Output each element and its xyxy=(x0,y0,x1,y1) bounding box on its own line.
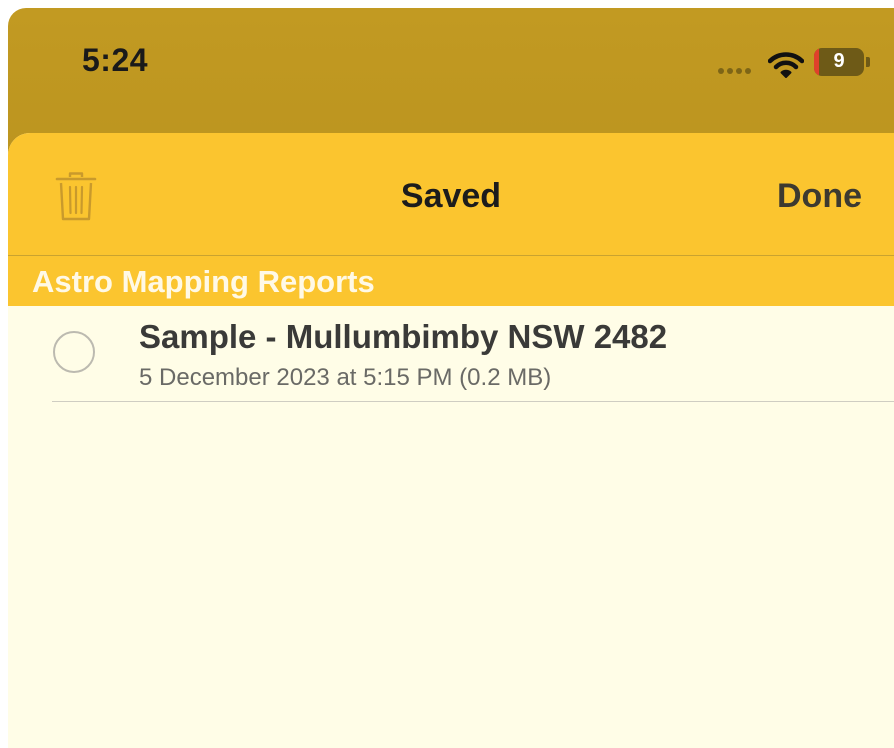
saved-sheet: Saved Done Astro Mapping Reports Sample … xyxy=(8,133,894,748)
list-item-subtitle: 5 December 2023 at 5:15 PM (0.2 MB) xyxy=(139,364,552,391)
signal-dots-icon xyxy=(718,68,751,74)
page-title: Saved xyxy=(400,177,502,215)
status-time: 5:24 xyxy=(82,42,149,78)
status-bar: 5:24 9 xyxy=(8,8,894,133)
section-header: Astro Mapping Reports xyxy=(8,256,894,306)
list-divider xyxy=(52,401,894,402)
list-item-title: Sample - Mullumbimby NSW 2482 xyxy=(139,318,668,355)
list-item[interactable]: Sample - Mullumbimby NSW 2482 5 December… xyxy=(8,306,894,402)
section-title: Astro Mapping Reports xyxy=(32,264,375,299)
app-screen: 5:24 9 Saved Done Astro Mapping Reports … xyxy=(8,8,894,748)
navigation-bar: Saved Done xyxy=(8,133,894,256)
done-button[interactable]: Done xyxy=(777,177,862,216)
battery-percentage: 9 xyxy=(833,50,845,72)
battery-cap xyxy=(866,57,870,67)
selection-circle[interactable] xyxy=(53,331,95,373)
battery-icon: 9 xyxy=(814,48,864,76)
wifi-icon xyxy=(768,52,804,78)
